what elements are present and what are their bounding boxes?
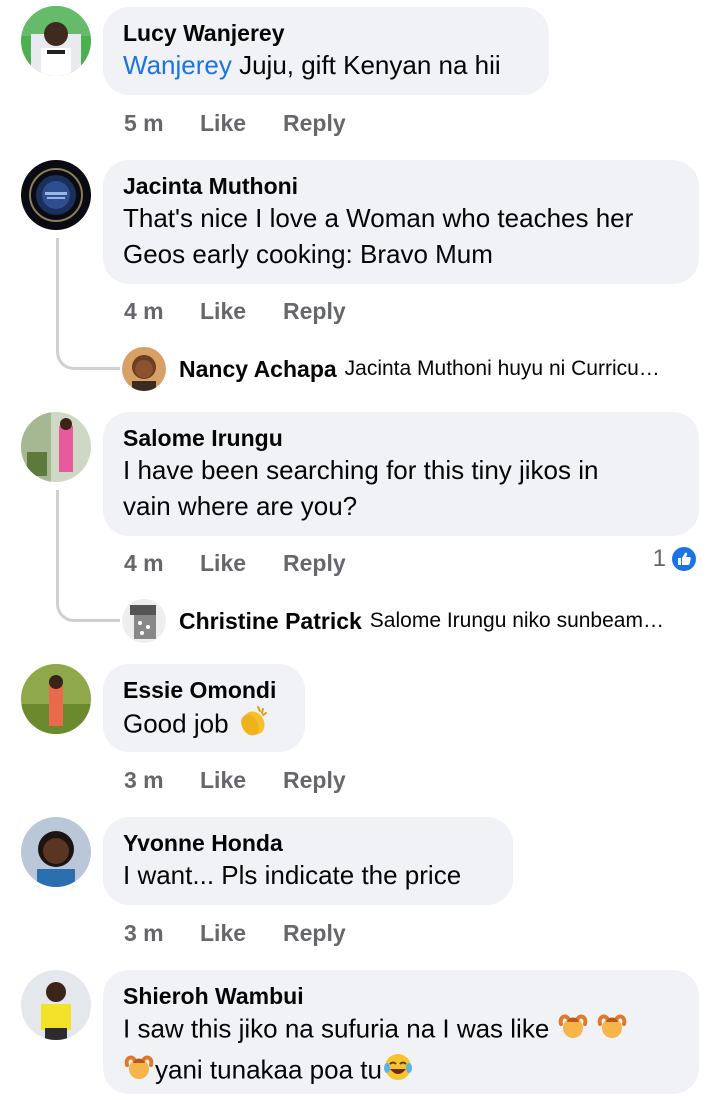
comment-text: Good job bbox=[123, 704, 285, 747]
reply-thread-line bbox=[56, 238, 120, 370]
comment-actions: 3 m Like Reply bbox=[124, 765, 346, 795]
comment-actions: 4 m Like Reply bbox=[124, 548, 346, 578]
reaction-summary[interactable]: 1 bbox=[653, 545, 698, 573]
mention-link[interactable]: Wanjerey bbox=[123, 50, 232, 80]
avatar-lucy-wanjerey[interactable] bbox=[21, 6, 91, 76]
clapping-hands-icon bbox=[236, 704, 270, 747]
comment-text: Wanjerey Juju, gift Kenyan na hii bbox=[123, 50, 501, 80]
comment-author[interactable]: Shieroh Wambui bbox=[123, 982, 679, 1010]
person-gesturing-ok-icon bbox=[596, 1010, 628, 1051]
comment-actions: 4 m Like Reply bbox=[124, 296, 346, 326]
comment-author[interactable]: Lucy Wanjerey bbox=[123, 19, 529, 47]
like-button[interactable]: Like bbox=[200, 918, 283, 948]
comment-text: I want... Pls indicate the price bbox=[123, 860, 462, 890]
avatar-yvonne-honda[interactable] bbox=[21, 817, 91, 887]
comment-bubble: Shieroh Wambui I saw this jiko na sufuri… bbox=[103, 970, 699, 1094]
thumbs-up-icon bbox=[670, 545, 698, 573]
comment-time[interactable]: 5 m bbox=[124, 108, 200, 138]
reply-button[interactable]: Reply bbox=[283, 296, 346, 326]
comment-author[interactable]: Jacinta Muthoni bbox=[123, 172, 679, 200]
comment-text-line: Geos early cooking: Bravo Mum bbox=[123, 239, 493, 269]
comment-author[interactable]: Essie Omondi bbox=[123, 676, 285, 704]
reply-author[interactable]: Nancy Achapa bbox=[179, 356, 337, 383]
reply-button[interactable]: Reply bbox=[283, 765, 346, 795]
comment-bubble: Salome Irungu I have been searching for … bbox=[103, 412, 699, 536]
comment-text-line: yani tunakaa poa tu bbox=[123, 1051, 679, 1092]
like-button[interactable]: Like bbox=[200, 548, 283, 578]
face-with-tears-of-joy-icon bbox=[382, 1051, 414, 1092]
comment-actions: 3 m Like Reply bbox=[124, 918, 346, 948]
avatar-essie-omondi[interactable] bbox=[21, 664, 91, 734]
like-button[interactable]: Like bbox=[200, 765, 283, 795]
comment-text-line: I have been searching for this tiny jiko… bbox=[123, 455, 599, 485]
comment-actions: 5 m Like Reply bbox=[124, 108, 346, 138]
reaction-count: 1 bbox=[652, 545, 666, 572]
person-gesturing-ok-icon bbox=[123, 1051, 155, 1092]
comment-text-line: vain where are you? bbox=[123, 491, 358, 521]
reply-preview[interactable]: Christine Patrick Salome Irungu niko sun… bbox=[122, 599, 664, 643]
like-button[interactable]: Like bbox=[200, 108, 283, 138]
avatar-jacinta-muthoni[interactable] bbox=[21, 160, 91, 230]
reply-text: Salome Irungu niko sunbeam… bbox=[369, 609, 664, 632]
reply-preview[interactable]: Nancy Achapa Jacinta Muthoni huyu ni Cur… bbox=[122, 347, 660, 391]
comment-bubble: Essie Omondi Good job bbox=[103, 664, 305, 752]
comment-bubble: Yvonne Honda I want... Pls indicate the … bbox=[103, 817, 513, 905]
reply-text: Jacinta Muthoni huyu ni Curricu… bbox=[344, 357, 660, 380]
comment-author[interactable]: Yvonne Honda bbox=[123, 829, 493, 857]
reply-author[interactable]: Christine Patrick bbox=[179, 608, 362, 635]
reply-button[interactable]: Reply bbox=[283, 918, 346, 948]
comment-text-line: I saw this jiko na sufuria na I was like bbox=[123, 1010, 679, 1051]
comment-time[interactable]: 4 m bbox=[124, 296, 200, 326]
comment-author[interactable]: Salome Irungu bbox=[123, 424, 679, 452]
comment-time[interactable]: 3 m bbox=[124, 765, 200, 795]
reply-button[interactable]: Reply bbox=[283, 108, 346, 138]
person-gesturing-ok-icon bbox=[557, 1010, 589, 1051]
comment-bubble: Jacinta Muthoni That's nice I love a Wom… bbox=[103, 160, 699, 284]
comment-time[interactable]: 4 m bbox=[124, 548, 200, 578]
like-button[interactable]: Like bbox=[200, 296, 283, 326]
reply-thread-line bbox=[56, 490, 120, 622]
comment-text-line: That's nice I love a Woman who teaches h… bbox=[123, 203, 634, 233]
reply-button[interactable]: Reply bbox=[283, 548, 346, 578]
comment-time[interactable]: 3 m bbox=[124, 918, 200, 948]
avatar-salome-irungu[interactable] bbox=[21, 412, 91, 482]
avatar-shieroh-wambui[interactable] bbox=[21, 970, 91, 1040]
comment-bubble: Lucy Wanjerey Wanjerey Juju, gift Kenyan… bbox=[103, 7, 549, 95]
